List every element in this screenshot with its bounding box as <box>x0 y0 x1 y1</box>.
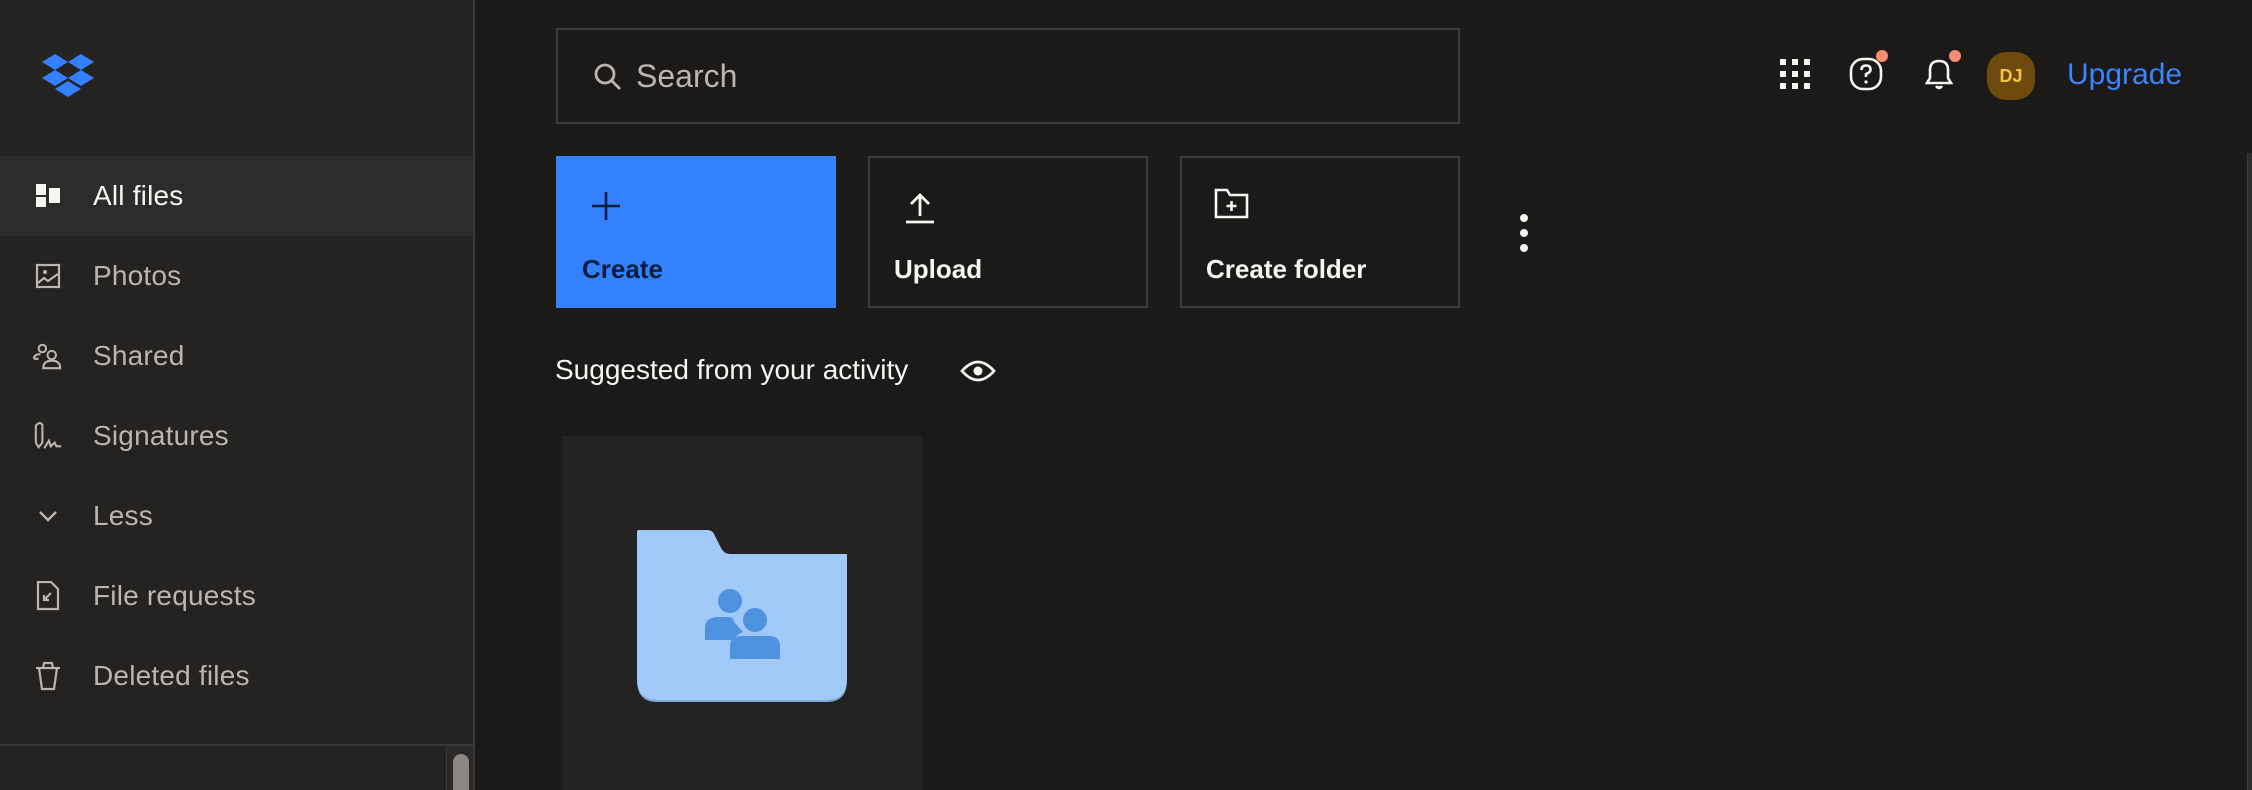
file-request-icon <box>33 581 63 611</box>
dropbox-logo-icon[interactable] <box>42 54 94 98</box>
create-button[interactable]: Create <box>556 156 836 308</box>
toggle-visibility-button[interactable] <box>960 356 996 386</box>
sidebar-nav: All files Photos Shared Signatures Less <box>0 156 473 716</box>
folder-plus-icon <box>1214 188 1250 224</box>
apps-button[interactable] <box>1775 56 1815 96</box>
trash-icon <box>33 661 63 691</box>
plus-icon <box>588 188 624 224</box>
notifications-button[interactable] <box>1919 50 1961 97</box>
notifications-dot <box>1949 50 1961 62</box>
help-icon <box>1849 57 1883 96</box>
search-input[interactable] <box>636 48 1416 104</box>
sidebar-item-file-requests[interactable]: File requests <box>0 556 473 636</box>
main-scrollbar[interactable] <box>2247 153 2252 790</box>
sidebar-item-deleted-files[interactable]: Deleted files <box>0 636 473 716</box>
sidebar-item-label: Shared <box>93 340 185 371</box>
photo-icon <box>33 262 63 290</box>
suggested-heading: Suggested from your activity <box>555 354 909 385</box>
sidebar-item-label: Less <box>93 500 153 531</box>
app-grid-icon <box>1780 58 1810 94</box>
create-folder-button-label: Create folder <box>1206 254 1367 284</box>
more-dot <box>1520 214 1528 222</box>
signature-icon <box>33 422 63 450</box>
sidebar-item-label: Photos <box>93 260 182 291</box>
more-actions-button[interactable] <box>1508 210 1540 256</box>
help-notification-dot <box>1876 50 1888 62</box>
sidebar-item-photos[interactable]: Photos <box>0 236 473 316</box>
sidebar-scrollbar[interactable] <box>446 746 473 790</box>
sidebar-item-shared[interactable]: Shared <box>0 316 473 396</box>
eye-icon <box>960 360 996 390</box>
sidebar-item-label: Deleted files <box>93 660 250 691</box>
sidebar-item-signatures[interactable]: Signatures <box>0 396 473 476</box>
upload-button-label: Upload <box>894 254 983 284</box>
shared-folder-icon <box>637 530 847 702</box>
sidebar-item-less[interactable]: Less <box>0 476 473 556</box>
sidebar-item-label: All files <box>93 180 184 211</box>
sidebar: All files Photos Shared Signatures Less <box>0 0 475 790</box>
upgrade-link[interactable]: Upgrade <box>2067 58 2182 92</box>
all-files-icon <box>33 182 63 210</box>
chevron-down-icon <box>33 502 63 530</box>
suggested-item-card[interactable] <box>562 436 922 790</box>
upload-button[interactable]: Upload <box>868 156 1148 308</box>
sidebar-item-all-files[interactable]: All files <box>0 156 473 236</box>
sidebar-scrollbar-thumb[interactable] <box>453 754 469 790</box>
upload-icon <box>902 188 938 224</box>
create-button-label: Create <box>582 254 663 284</box>
sidebar-footer <box>0 744 473 790</box>
create-folder-button[interactable]: Create folder <box>1180 156 1460 308</box>
more-dot <box>1520 244 1528 252</box>
search-icon <box>592 61 624 93</box>
shared-users-icon <box>33 342 63 370</box>
search-bar[interactable] <box>556 28 1460 124</box>
avatar[interactable]: DJ <box>1987 52 2035 100</box>
bell-icon <box>1923 56 1955 97</box>
sidebar-item-label: File requests <box>93 580 256 611</box>
more-dot <box>1520 229 1528 237</box>
sidebar-item-label: Signatures <box>93 420 229 451</box>
help-button[interactable] <box>1846 50 1888 96</box>
